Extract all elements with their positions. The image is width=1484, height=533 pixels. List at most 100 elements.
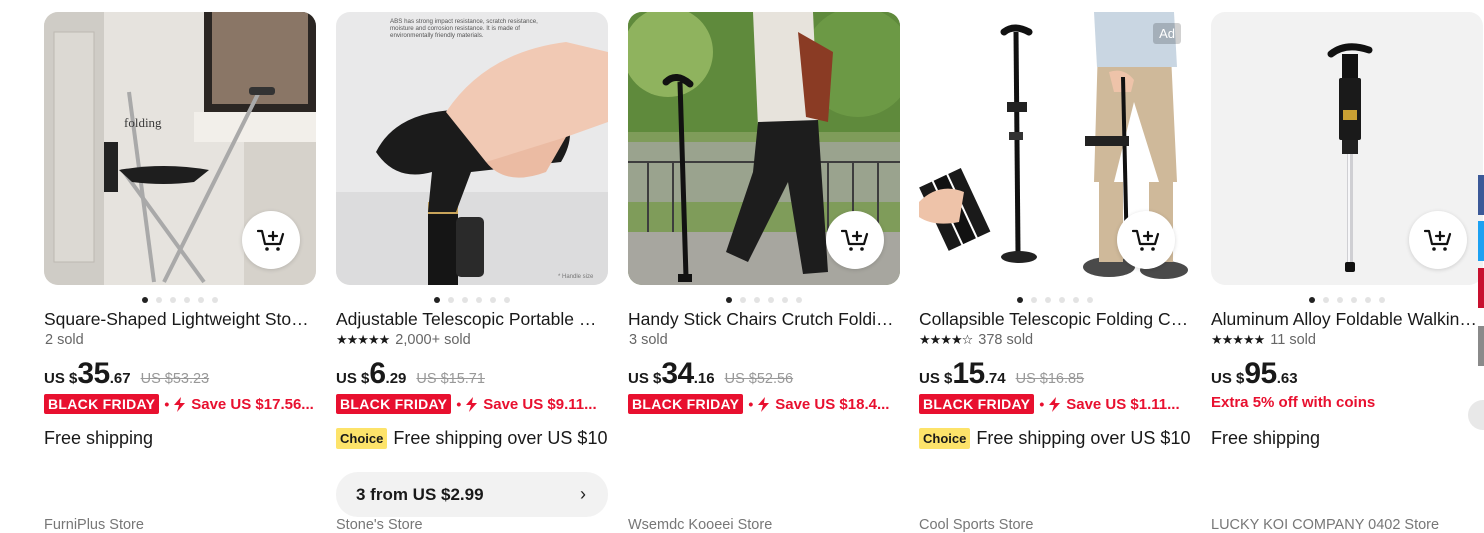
image-caption: ABS has strong impact resistance, scratc… [390, 18, 538, 39]
shipping-text: Free shipping [44, 428, 154, 448]
shipping-info: Choice Free shipping over US $10 [919, 428, 1190, 449]
store-name[interactable]: Stone's Store [336, 517, 423, 533]
product-title[interactable]: Adjustable Telescopic Portable Walking C… [336, 308, 608, 330]
flash-icon [758, 396, 770, 412]
product-title[interactable]: Handy Stick Chairs Crutch Folding Cane S… [628, 308, 900, 330]
image-carousel-dots[interactable] [919, 290, 1191, 303]
price-integer: 95 [1244, 357, 1277, 390]
promo-separator: • [456, 396, 462, 412]
price-currency: US $ [336, 370, 370, 387]
store-name[interactable]: Cool Sports Store [919, 517, 1033, 533]
product-card[interactable]: Aluminum Alloy Foldable Walking Stick Se… [1211, 12, 1483, 533]
shipping-text: Free shipping over US $10 [393, 428, 608, 448]
product-card[interactable]: folding Square-Shaped Lightweight Stool … [44, 12, 316, 533]
store-name[interactable]: Wsemdc Kooeei Store [628, 517, 772, 533]
save-amount: Save US $17.56... [191, 395, 314, 413]
price-integer: 6 [369, 357, 386, 390]
flash-icon [174, 396, 186, 412]
more-share-button[interactable] [1478, 326, 1484, 366]
product-card[interactable]: ABS has strong impact resistance, scratc… [336, 12, 608, 533]
promo-line: BLACK FRIDAY • Save US $1.11... [919, 394, 1191, 414]
coins-discount: Extra 5% off with coins [1211, 394, 1376, 411]
flash-icon [466, 396, 478, 412]
twitter-share-button[interactable] [1478, 221, 1484, 261]
chevron-right-icon: › [580, 484, 586, 504]
facebook-share-button[interactable] [1478, 175, 1484, 215]
product-image[interactable]: Ad [919, 12, 1191, 285]
product-price: US $6.29 US $15.71 [336, 357, 485, 391]
sold-count: 3 sold [629, 332, 668, 348]
product-image[interactable]: ABS has strong impact resistance, scratc… [336, 12, 608, 285]
store-name[interactable]: LUCKY KOI COMPANY 0402 Store [1211, 517, 1439, 533]
ad-badge: Ad [1153, 23, 1181, 44]
product-price: US $34.16 US $52.56 [628, 357, 793, 391]
original-price: US $53.23 [140, 371, 210, 387]
image-carousel-dots[interactable] [628, 290, 900, 303]
promo-line: BLACK FRIDAY • Save US $9.11... [336, 394, 608, 414]
product-image[interactable]: folding [44, 12, 316, 285]
bundle-deal-label: 3 from US $2.99 [356, 484, 484, 504]
black-friday-badge: BLACK FRIDAY [336, 394, 452, 414]
price-decimal: .16 [693, 370, 715, 387]
price-integer: 34 [661, 357, 694, 390]
shipping-text: Free shipping [1211, 428, 1321, 448]
product-meta: ★★★★☆ 378 sold [919, 332, 1033, 348]
product-meta: ★★★★★ 2,000+ sold [336, 332, 471, 348]
black-friday-badge: BLACK FRIDAY [919, 394, 1035, 414]
image-caption: folding [124, 115, 162, 130]
original-price: US $52.56 [724, 371, 794, 387]
price-decimal: .67 [109, 370, 131, 387]
price-integer: 35 [77, 357, 110, 390]
original-price: US $16.85 [1015, 371, 1085, 387]
cart-plus-icon [1132, 229, 1160, 251]
image-carousel-dots[interactable] [336, 290, 608, 303]
bundle-deal-button[interactable]: 3 from US $2.99 › [336, 472, 608, 517]
original-price: US $15.71 [416, 371, 485, 387]
store-name[interactable]: FurniPlus Store [44, 517, 144, 533]
product-meta: 3 sold [628, 332, 668, 348]
sold-count: 2 sold [45, 332, 84, 348]
add-to-cart-button[interactable] [1409, 211, 1467, 269]
save-amount: Save US $18.4... [775, 395, 890, 413]
promo-separator: • [748, 396, 754, 412]
price-decimal: .74 [984, 370, 1006, 387]
promo-line: BLACK FRIDAY • Save US $18.4... [628, 394, 900, 414]
save-amount: Save US $9.11... [483, 395, 597, 413]
promo-separator: • [1039, 396, 1045, 412]
product-price: US $35.67 US $53.23 [44, 357, 209, 391]
product-title[interactable]: Square-Shaped Lightweight Stool Walking … [44, 308, 316, 330]
svg-text:* Handle size: * Handle size [558, 274, 594, 280]
image-carousel-dots[interactable] [1211, 290, 1483, 303]
rating-stars: ★★★★☆ [919, 332, 973, 347]
add-to-cart-button[interactable] [1117, 211, 1175, 269]
price-integer: 15 [952, 357, 985, 390]
promo-separator: • [164, 396, 170, 412]
product-image[interactable] [1211, 12, 1483, 285]
price-currency: US $ [1211, 370, 1245, 387]
product-price: US $15.74 US $16.85 [919, 357, 1084, 391]
shipping-text: Free shipping over US $10 [976, 428, 1191, 448]
product-meta: 2 sold [44, 332, 84, 348]
flash-icon [1049, 396, 1061, 412]
price-currency: US $ [628, 370, 662, 387]
shipping-info: Free shipping [1211, 428, 1320, 449]
image-carousel-dots[interactable] [44, 290, 316, 303]
product-meta: ★★★★★ 11 sold [1211, 332, 1316, 348]
sold-count: 378 sold [978, 332, 1034, 348]
product-price: US $95.63 [1211, 357, 1298, 391]
black-friday-badge: BLACK FRIDAY [44, 394, 160, 414]
add-to-cart-button[interactable] [242, 211, 300, 269]
promo-line: Extra 5% off with coins [1211, 394, 1483, 411]
cart-plus-icon [1424, 229, 1452, 251]
product-card[interactable]: Handy Stick Chairs Crutch Folding Cane S… [628, 12, 900, 533]
add-to-cart-button[interactable] [826, 211, 884, 269]
product-image[interactable] [628, 12, 900, 285]
cart-plus-icon [257, 229, 285, 251]
save-amount: Save US $1.11... [1066, 395, 1180, 413]
choice-badge: Choice [336, 428, 388, 449]
price-decimal: .63 [1276, 370, 1298, 387]
product-card[interactable]: Ad Collapsible Telescopic Folding Cane w… [919, 12, 1191, 533]
product-title[interactable]: Collapsible Telescopic Folding Cane with… [919, 308, 1191, 330]
pinterest-share-button[interactable] [1478, 268, 1484, 308]
product-title[interactable]: Aluminum Alloy Foldable Walking Stick Se… [1211, 308, 1483, 330]
